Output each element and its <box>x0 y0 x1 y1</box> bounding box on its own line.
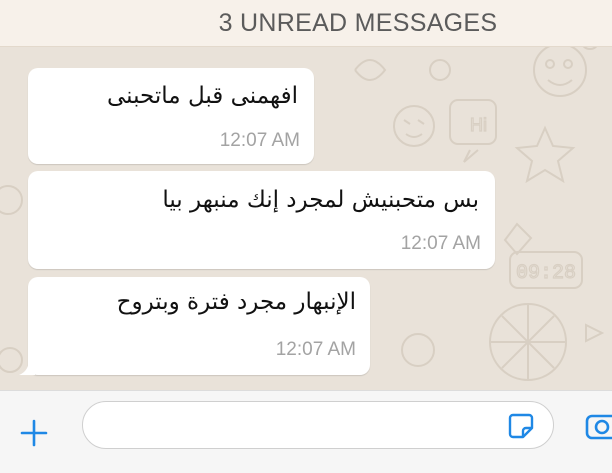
message-timestamp: 12:07 AM <box>275 339 356 360</box>
sticker-icon <box>508 413 534 439</box>
message-text: افهمنى قبل ماتحبنى <box>107 83 298 109</box>
message-timestamp: 12:07 AM <box>219 130 300 151</box>
message-text: الإنبهار مجرد فترة وبتروح <box>116 289 356 315</box>
message-text: بس متحبنيش لمجرد إنك منبهر بيا <box>162 187 479 213</box>
message-bubble[interactable]: بس متحبنيش لمجرد إنك منبهر بيا 12:07 AM <box>28 171 495 269</box>
bubble-tail-icon <box>19 359 35 375</box>
camera-button[interactable] <box>584 407 612 443</box>
camera-icon <box>585 414 612 440</box>
message-input-bar <box>0 390 612 473</box>
svg-text:09:28: 09:28 <box>516 262 576 285</box>
message-bubble[interactable]: افهمنى قبل ماتحبنى 12:07 AM <box>28 68 314 164</box>
sticker-button[interactable] <box>507 412 535 440</box>
unread-messages-banner: 3 UNREAD MESSAGES <box>0 0 612 47</box>
unread-count-label: 3 UNREAD MESSAGES <box>218 8 498 37</box>
attach-button[interactable] <box>14 413 54 453</box>
message-input-field[interactable] <box>82 401 554 449</box>
svg-text:Hi: Hi <box>470 115 487 135</box>
message-input[interactable] <box>103 410 497 442</box>
message-timestamp: 12:07 AM <box>400 233 481 254</box>
plus-icon <box>20 419 48 447</box>
message-bubble[interactable]: الإنبهار مجرد فترة وبتروح 12:07 AM <box>19 277 370 375</box>
